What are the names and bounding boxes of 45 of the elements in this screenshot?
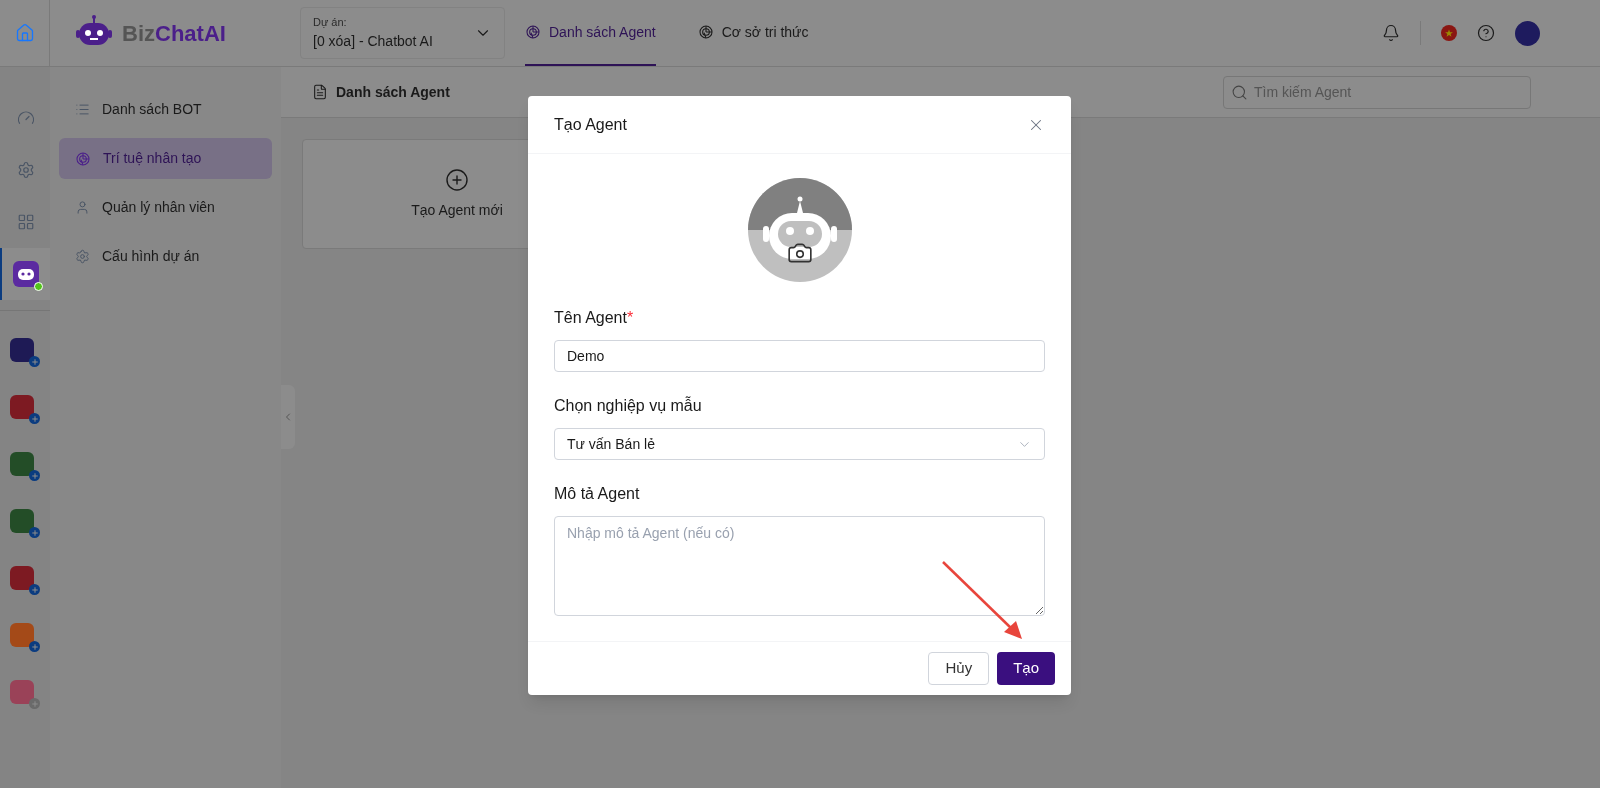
app-tile[interactable] (10, 508, 34, 533)
app-tile[interactable] (10, 622, 34, 647)
avatar[interactable] (1515, 20, 1540, 46)
help-icon[interactable] (1477, 24, 1495, 42)
description-textarea[interactable]: Nhập mô tả Agent (nếu có) (554, 516, 1045, 616)
plus-badge-icon[interactable] (29, 527, 40, 538)
document-icon (312, 84, 328, 100)
user-icon (75, 200, 90, 215)
plus-badge-icon[interactable] (29, 584, 40, 595)
settings-icon (75, 249, 90, 264)
app-tile[interactable] (10, 337, 34, 362)
settings-icon[interactable] (17, 161, 35, 179)
field-label: Mô tả Agent (554, 484, 641, 504)
flag-icon[interactable] (1441, 25, 1457, 41)
app-tile[interactable] (10, 394, 34, 419)
field-label: Chọn nghiệp vụ mẫu (554, 395, 703, 416)
sidebar-item[interactable]: Cấu hình dự án (59, 236, 272, 277)
spiral-icon (525, 24, 541, 40)
plus-circle-icon (445, 167, 469, 192)
sidebar-item[interactable]: Quản lý nhân viên (59, 187, 272, 228)
page-title: Danh sách Agent (336, 82, 450, 102)
sidebar-item[interactable]: Trí tuệ nhân tạo (59, 138, 272, 179)
plus-badge-icon[interactable] (29, 641, 40, 652)
spiral-icon (697, 24, 714, 40)
dialog-title: Tạo Agent (554, 114, 627, 135)
field-label: Tên Agent* (554, 308, 635, 328)
spiral-icon (75, 150, 91, 167)
sidebar-item[interactable]: Danh sách BOT (59, 89, 272, 130)
cancel-button[interactable]: Hủy (928, 652, 990, 685)
agent-name-input[interactable]: Demo (554, 340, 1045, 372)
nav-tab[interactable]: Cơ sở tri thức (697, 0, 809, 66)
collapse-handle[interactable] (281, 385, 295, 449)
grid-icon[interactable] (17, 213, 35, 231)
template-select[interactable]: Tư vấn Bán lẻ (554, 428, 1045, 460)
list-icon (75, 102, 90, 117)
create-button[interactable]: Tạo (997, 652, 1055, 685)
plus-badge-icon[interactable] (29, 356, 40, 367)
plus-badge-icon[interactable] (29, 470, 40, 481)
bell-icon[interactable] (1382, 24, 1400, 42)
app-tile[interactable] (10, 565, 34, 590)
gauge-icon[interactable] (17, 109, 35, 127)
project-select[interactable]: Dự án: [0 xóa] - Chatbot AI (300, 7, 505, 59)
app-tile[interactable] (10, 451, 34, 476)
search-icon (1231, 83, 1248, 101)
plus-badge-icon[interactable] (29, 413, 40, 424)
